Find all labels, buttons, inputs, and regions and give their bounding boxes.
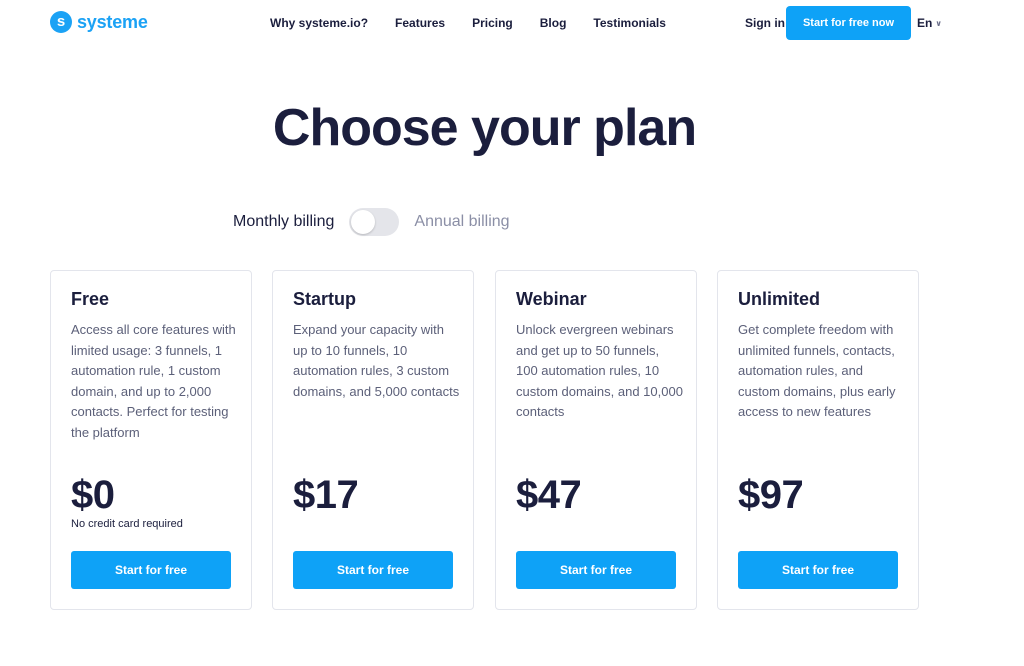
plan-price: $17 xyxy=(293,473,359,517)
start-for-free-button[interactable]: Start for free xyxy=(516,551,676,589)
nav-link-why[interactable]: Why systeme.io? xyxy=(270,16,368,30)
nav-link-testimonials[interactable]: Testimonials xyxy=(593,16,665,30)
plan-name: Webinar xyxy=(516,289,587,309)
start-for-free-button[interactable]: Start for free xyxy=(71,551,231,589)
plan-name: Startup xyxy=(293,289,356,309)
nav-link-pricing[interactable]: Pricing xyxy=(472,16,513,30)
top-navigation: s systeme Why systeme.io? Features Prici… xyxy=(0,0,1024,46)
plan-card-free: Free Access all core features with limit… xyxy=(50,270,252,610)
brand-name: systeme xyxy=(77,11,148,32)
billing-toggle[interactable] xyxy=(349,208,400,236)
plan-name: Unlimited xyxy=(738,289,821,309)
plan-description: Expand your capacity with up to 10 funne… xyxy=(293,322,460,399)
language-selector[interactable]: En ∨ xyxy=(917,16,942,30)
start-free-now-button[interactable]: Start for free now xyxy=(786,6,911,40)
page-title: Choose your plan xyxy=(272,99,697,157)
plan-card-startup: Startup Expand your capacity with up to … xyxy=(272,270,474,610)
toggle-knob xyxy=(351,210,376,234)
plan-description: Access all core features with limited us… xyxy=(71,322,236,440)
plan-description: Unlock evergreen webinars and get up to … xyxy=(516,322,683,419)
annual-billing-label: Annual billing xyxy=(414,213,510,230)
language-label: En xyxy=(917,16,933,30)
plan-note: No credit card required xyxy=(71,518,183,530)
start-for-free-button[interactable]: Start for free xyxy=(293,551,453,589)
pricing-page: s systeme Why systeme.io? Features Prici… xyxy=(0,0,1024,666)
plan-card-webinar: Webinar Unlock evergreen webinars and ge… xyxy=(495,270,697,610)
nav-link-blog[interactable]: Blog xyxy=(540,16,567,30)
plan-price: $47 xyxy=(516,473,582,517)
brand-logo[interactable]: s systeme xyxy=(50,11,148,33)
nav-links: Why systeme.io? Features Pricing Blog Te… xyxy=(270,16,693,30)
plan-price: $97 xyxy=(738,473,804,517)
start-for-free-button[interactable]: Start for free xyxy=(738,551,898,589)
plan-price: $0 xyxy=(71,473,115,517)
plan-name: Free xyxy=(71,289,110,309)
chevron-down-icon: ∨ xyxy=(935,18,942,28)
systeme-logo-icon: s xyxy=(50,11,72,33)
nav-link-features[interactable]: Features xyxy=(395,16,445,30)
monthly-billing-label: Monthly billing xyxy=(233,213,335,230)
plan-description: Get complete freedom with unlimited funn… xyxy=(738,322,896,419)
sign-in-link[interactable]: Sign in xyxy=(745,16,785,30)
plan-card-unlimited: Unlimited Get complete freedom with unli… xyxy=(717,270,919,610)
billing-toggle-row: Monthly billing Annual billing xyxy=(233,208,510,236)
